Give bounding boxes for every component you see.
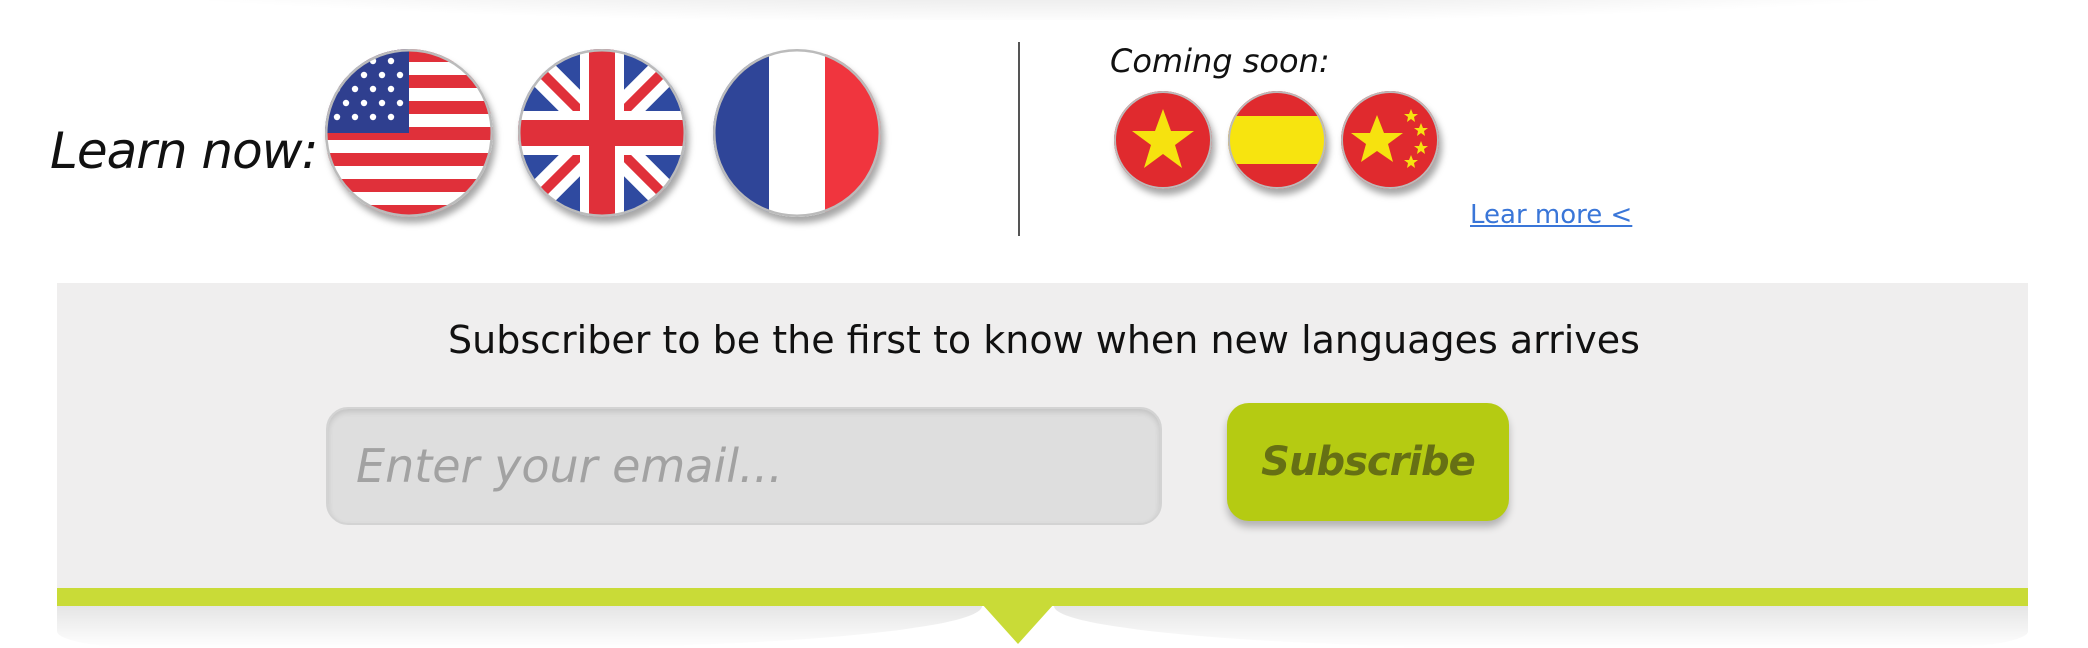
section-divider	[1018, 42, 1020, 236]
coming-soon-label: Coming soon:	[1110, 42, 1330, 80]
header-shadow	[0, 0, 2088, 20]
united-states-flag-icon[interactable]	[325, 49, 493, 217]
email-input[interactable]	[326, 407, 1162, 525]
learn-more-link[interactable]: Lear more <	[1470, 200, 1632, 230]
france-flag-icon[interactable]	[713, 49, 881, 217]
subscribe-heading: Subscriber to be the first to know when …	[448, 318, 1640, 362]
accent-pointer	[982, 604, 1054, 644]
learn-now-label: Learn now:	[50, 122, 318, 180]
united-kingdom-flag-icon[interactable]	[518, 49, 686, 217]
spain-flag-icon	[1228, 91, 1326, 189]
china-flag-icon	[1341, 91, 1439, 189]
bottom-shadow-left	[57, 606, 982, 648]
vietnam-flag-icon	[1114, 91, 1212, 189]
bottom-shadow-right	[1054, 606, 2028, 648]
subscribe-button[interactable]: Subscribe	[1227, 403, 1509, 521]
